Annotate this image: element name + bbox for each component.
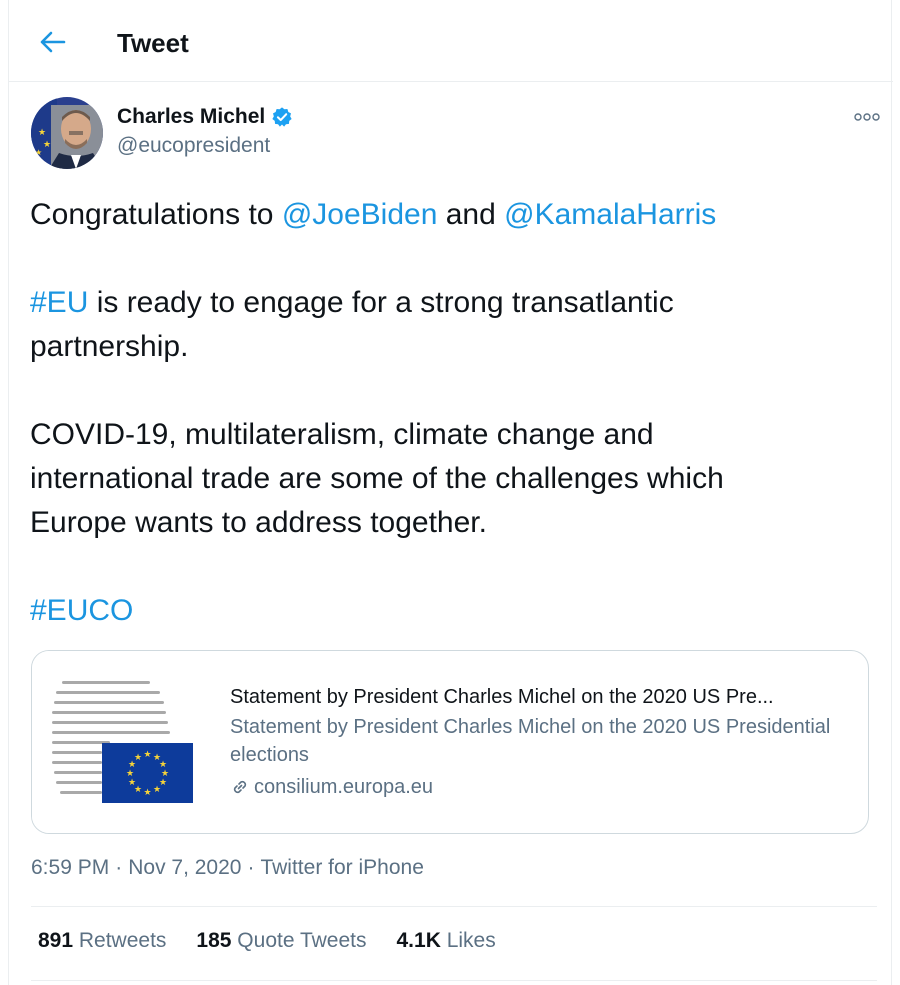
svg-text:★: ★ xyxy=(153,785,161,795)
tweet-paragraph-3: COVID-19, multilateralism, climate chang… xyxy=(30,418,724,539)
card-domain: consilium.europa.eu xyxy=(254,776,433,798)
link-preview-card[interactable]: ★ ★ ★ ★ ★ ★ ★ ★ ★ ★ ★ ★ Statement by Pre… xyxy=(31,650,869,834)
card-description: Statement by President Charles Michel on… xyxy=(230,716,831,766)
tweet-text: Congratulations to @JoeBiden and @Kamala… xyxy=(30,193,880,633)
link-icon xyxy=(233,780,247,794)
svg-text:★: ★ xyxy=(35,148,42,157)
arrow-left-icon xyxy=(40,31,66,53)
svg-text:★: ★ xyxy=(143,788,151,798)
text-segment: is ready to engage for a strong transatl… xyxy=(30,286,674,363)
meta-separator: · xyxy=(247,856,255,879)
author-handle[interactable]: @eucopresident xyxy=(117,134,270,158)
tweet-author: ★ ★ ★ Charles Michel @eucopresident xyxy=(31,97,880,173)
svg-text:★: ★ xyxy=(43,139,51,149)
quote-tweets-label: Quote Tweets xyxy=(231,929,367,952)
tweet-time[interactable]: 6:59 PM xyxy=(31,856,109,880)
tweet-paragraph-1: Congratulations to @JoeBiden and @Kamala… xyxy=(30,193,880,237)
svg-text:★: ★ xyxy=(38,127,46,137)
card-thumbnail: ★ ★ ★ ★ ★ ★ ★ ★ ★ ★ ★ ★ xyxy=(32,651,215,833)
text-segment: and xyxy=(437,198,505,231)
likes-count: 4.1K xyxy=(396,929,441,952)
card-body: Statement by President Charles Michel on… xyxy=(230,683,850,801)
tweet-date[interactable]: Nov 7, 2020 xyxy=(128,856,241,880)
card-title: Statement by President Charles Michel on… xyxy=(230,686,774,708)
back-button[interactable] xyxy=(37,26,69,58)
more-horizontal-icon xyxy=(854,113,880,121)
tweet-meta: 6:59 PM · Nov 7, 2020 · Twitter for iPho… xyxy=(31,856,424,880)
tweet-paragraph-2: #EU is ready to engage for a strong tran… xyxy=(30,281,750,369)
likes-label: Likes xyxy=(440,929,496,952)
card-domain-row: consilium.europa.eu xyxy=(230,773,850,801)
author-name-row: Charles Michel xyxy=(117,105,293,129)
avatar[interactable]: ★ ★ ★ xyxy=(31,97,103,169)
tweet-page: Tweet ★ ★ ★ Charles Michel @eucopresiden… xyxy=(8,0,893,985)
tweet-source[interactable]: Twitter for iPhone xyxy=(260,856,423,880)
tweet-paragraph-4: #EUCO xyxy=(30,589,880,633)
retweets-stat[interactable]: 891 Retweets xyxy=(38,929,166,953)
retweets-count: 891 xyxy=(38,929,74,952)
mention-joebiden[interactable]: @JoeBiden xyxy=(282,198,438,231)
svg-text:★: ★ xyxy=(126,769,134,779)
verified-badge-icon xyxy=(272,107,292,127)
hashtag-eu[interactable]: #EU xyxy=(30,286,88,319)
text-segment: Congratulations to xyxy=(30,198,282,231)
mention-kamalaharris[interactable]: @KamalaHarris xyxy=(504,198,716,231)
svg-text:★: ★ xyxy=(134,753,142,763)
hashtag-euco[interactable]: #EUCO xyxy=(30,594,133,627)
page-header: Tweet xyxy=(9,0,893,82)
quote-tweets-stat[interactable]: 185 Quote Tweets xyxy=(196,929,366,953)
divider xyxy=(31,980,877,981)
svg-text:★: ★ xyxy=(143,750,151,760)
quote-tweets-count: 185 xyxy=(196,929,232,952)
meta-separator: · xyxy=(115,856,123,879)
retweets-label: Retweets xyxy=(73,929,167,952)
more-options-button[interactable] xyxy=(849,107,885,127)
likes-stat[interactable]: 4.1K Likes xyxy=(397,929,496,953)
tweet-stats: 891 Retweets 185 Quote Tweets 4.1K Likes xyxy=(38,929,496,953)
european-council-logo: ★ ★ ★ ★ ★ ★ ★ ★ ★ ★ ★ ★ xyxy=(32,651,215,833)
author-name[interactable]: Charles Michel xyxy=(117,105,265,129)
svg-text:★: ★ xyxy=(128,778,136,788)
page-title: Tweet xyxy=(117,28,189,58)
divider xyxy=(31,906,877,907)
